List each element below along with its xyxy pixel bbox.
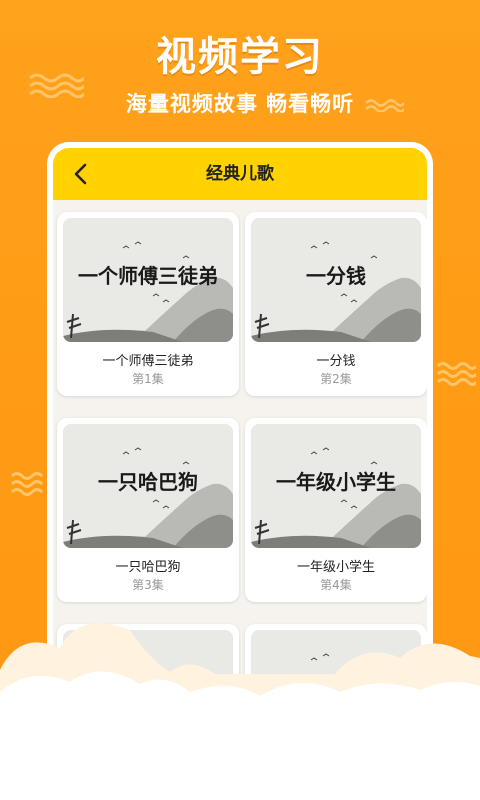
thumbnail-title: 一只哈巴狗 [98, 470, 198, 494]
wave-decoration-side-left [10, 472, 44, 496]
video-card[interactable]: 一分钱 一分钱 第2集 [245, 212, 427, 396]
wave-decoration-side-right [436, 362, 476, 386]
video-title: 一分钱 [316, 354, 356, 369]
video-card[interactable]: 一只哈巴狗 一只哈巴狗 第3集 [57, 418, 239, 602]
video-title: 一个师傅三徒弟 [102, 354, 194, 369]
video-card[interactable]: 一个师傅三徒弟 一个师傅三徒弟 第1集 [57, 212, 239, 396]
watermark-brand-en: Rengwan Games [352, 766, 445, 779]
episode-label: 第3集 [132, 578, 164, 592]
watermark-brand: 仍玩游戏 [348, 738, 457, 768]
promo-subline: 海量视频故事 畅看畅听 [125, 92, 355, 116]
page-title: 经典儿歌 [206, 164, 274, 184]
rengwan-logo-icon [304, 738, 340, 774]
nav-bar: 经典儿歌 [53, 148, 427, 200]
episode-label: 第1集 [132, 372, 164, 386]
video-card[interactable]: 一年级小学生 一年级小学生 第4集 [245, 418, 427, 602]
episode-label: 第2集 [320, 372, 352, 386]
watermark: 仍玩游戏 Rengwan Games [300, 730, 470, 784]
video-title: 一年级小学生 [296, 560, 375, 575]
thumbnail-title: 一分钱 [306, 264, 366, 288]
thumbnail-title: 一年级小学生 [276, 470, 396, 494]
episode-label: 第4集 [320, 578, 352, 592]
thumbnail-title: 一个师傅三徒弟 [78, 264, 218, 288]
promo-headline: 视频学习 [156, 34, 324, 80]
video-title: 一只哈巴狗 [115, 560, 181, 575]
